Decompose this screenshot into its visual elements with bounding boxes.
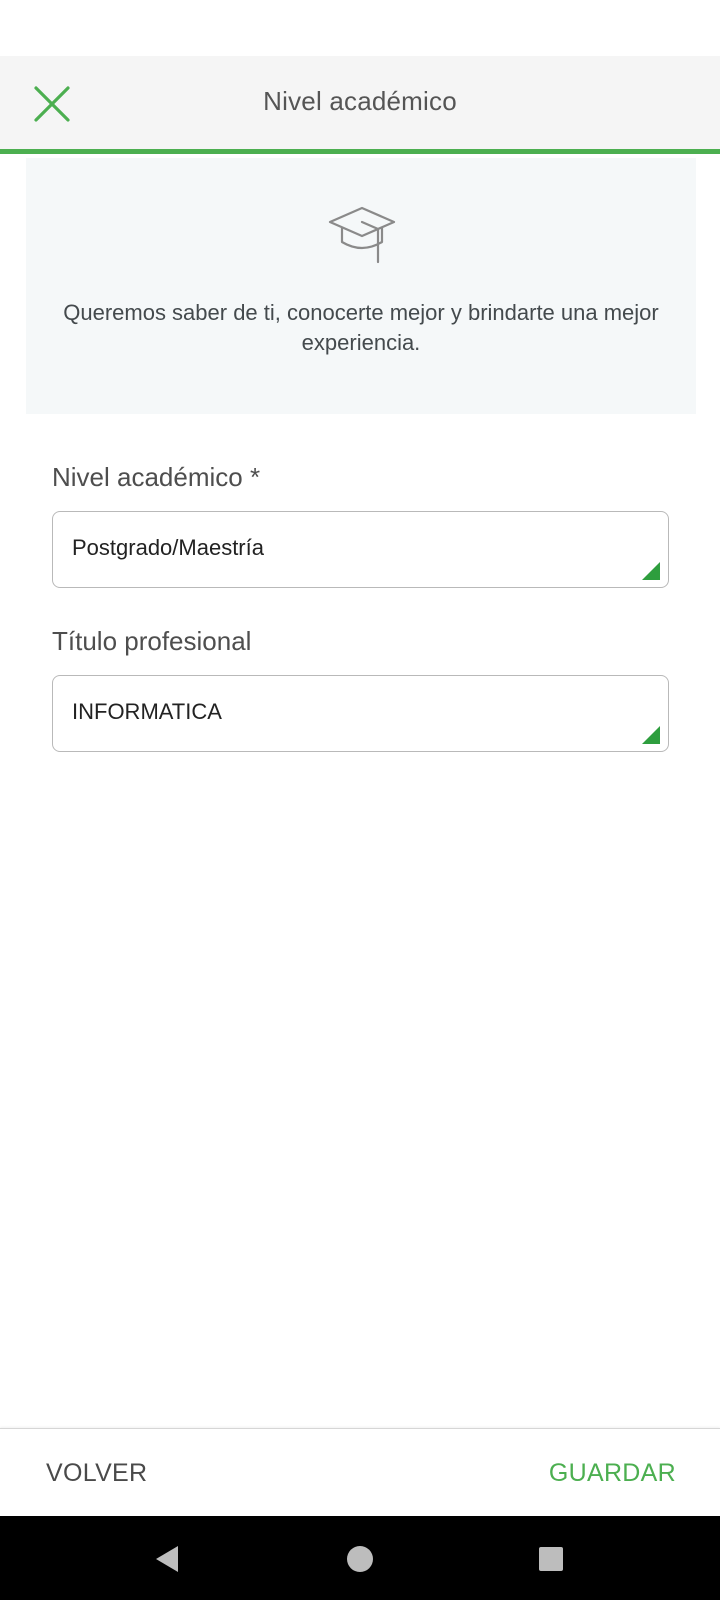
save-button[interactable]: GUARDAR xyxy=(549,1459,676,1488)
academic-level-select[interactable]: Postgrado/Maestría xyxy=(52,511,669,588)
system-navigation-bar xyxy=(0,1516,720,1600)
nav-back-icon[interactable] xyxy=(150,1542,184,1576)
info-card: Queremos saber de ti, conocerte mejor y … xyxy=(26,158,696,414)
nav-home-icon[interactable] xyxy=(343,1542,377,1576)
page-title: Nivel académico xyxy=(263,86,457,116)
bottom-action-bar: VOLVER GUARDAR xyxy=(0,1428,720,1516)
app-bar: Nivel académico xyxy=(0,56,720,154)
professional-title-value: INFORMATICA xyxy=(72,699,222,724)
info-text: Queremos saber de ti, conocerte mejor y … xyxy=(63,300,659,355)
screen: Nivel académico Queremos saber de ti, co… xyxy=(0,0,720,1600)
graduation-cap-icon xyxy=(328,206,396,264)
professional-title-label: Título profesional xyxy=(52,626,252,656)
back-button[interactable]: VOLVER xyxy=(46,1459,147,1488)
academic-level-value: Postgrado/Maestría xyxy=(72,535,264,560)
professional-title-field[interactable]: INFORMATICA xyxy=(52,675,669,752)
nav-recents-icon[interactable] xyxy=(534,1542,568,1576)
academic-level-label: Nivel académico * xyxy=(52,462,261,492)
status-bar xyxy=(0,0,720,56)
dropdown-corner-icon xyxy=(642,562,660,580)
dropdown-corner-icon xyxy=(642,726,660,744)
